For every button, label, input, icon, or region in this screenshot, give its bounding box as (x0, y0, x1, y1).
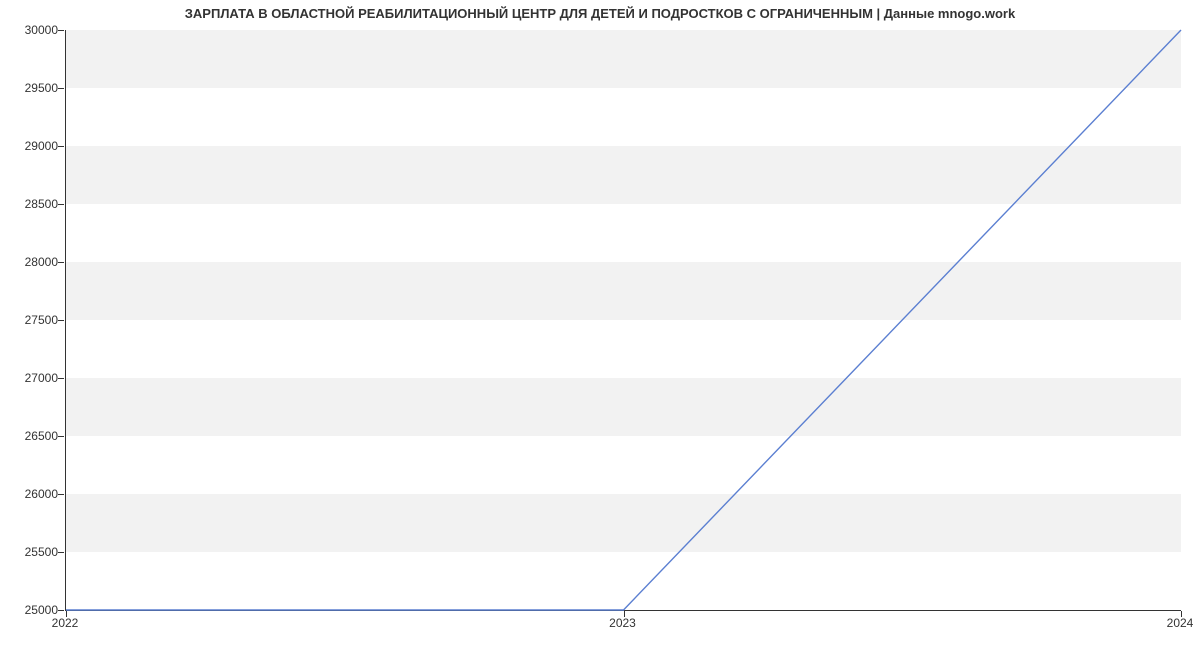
x-tick-label: 2024 (1167, 616, 1194, 630)
y-tick (58, 610, 64, 611)
y-tick-label: 26500 (3, 429, 58, 443)
y-tick (58, 88, 64, 89)
y-tick-label: 27000 (3, 371, 58, 385)
x-tick-label: 2023 (609, 616, 636, 630)
y-tick-label: 28000 (3, 255, 58, 269)
y-tick (58, 494, 64, 495)
y-tick-label: 30000 (3, 23, 58, 37)
y-tick (58, 146, 64, 147)
y-tick-label: 29000 (3, 139, 58, 153)
series-line (66, 30, 1181, 610)
x-tick-label: 2022 (52, 616, 79, 630)
y-tick-label: 29500 (3, 81, 58, 95)
y-tick (58, 552, 64, 553)
y-tick (58, 204, 64, 205)
y-tick (58, 30, 64, 31)
y-tick (58, 436, 64, 437)
y-tick (58, 378, 64, 379)
y-tick-label: 26000 (3, 487, 58, 501)
plot-area (65, 30, 1181, 611)
line-series (66, 30, 1181, 610)
chart-container: ЗАРПЛАТА В ОБЛАСТНОЙ РЕАБИЛИТАЦИОННЫЙ ЦЕ… (0, 0, 1200, 650)
chart-title: ЗАРПЛАТА В ОБЛАСТНОЙ РЕАБИЛИТАЦИОННЫЙ ЦЕ… (0, 6, 1200, 21)
y-tick-label: 25500 (3, 545, 58, 559)
y-tick (58, 262, 64, 263)
y-tick (58, 320, 64, 321)
y-tick-label: 25000 (3, 603, 58, 617)
y-tick-label: 27500 (3, 313, 58, 327)
y-tick-label: 28500 (3, 197, 58, 211)
